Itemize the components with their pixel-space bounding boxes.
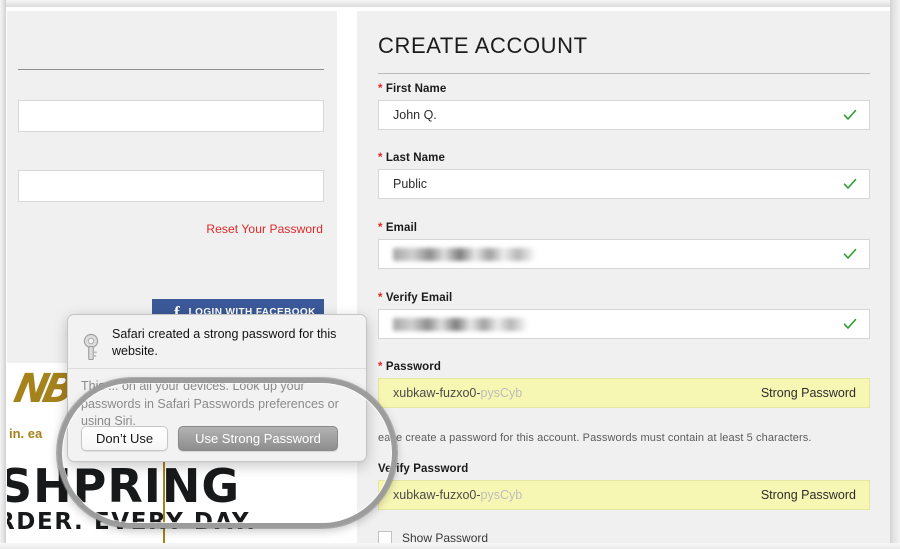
password-value-tail: pysCyb: [480, 386, 523, 400]
field-label-verify-password: Verify Password: [378, 463, 469, 475]
sign-in-password-input[interactable]: [18, 170, 324, 202]
valid-check-icon: [843, 248, 857, 259]
field-verify-email: * Verify Email: [378, 292, 870, 339]
window-frame-bottom: [0, 543, 900, 549]
promo-subline: in. ea: [9, 426, 43, 441]
password-help-text: ease create a password for this account.…: [378, 432, 812, 444]
create-account-heading-rule: [378, 73, 870, 74]
create-account-panel: CREATE ACCOUNT * First Name John Q. * La…: [357, 11, 890, 543]
field-first-name: * First Name John Q.: [378, 83, 870, 130]
show-password-label: Show Password: [402, 531, 489, 543]
valid-check-icon: [843, 178, 857, 189]
window-frame-top: [0, 0, 900, 7]
required-asterisk: *: [378, 222, 383, 234]
verify-password-value-head: xubkaw-fuzxo0-: [393, 488, 481, 502]
required-asterisk: *: [378, 152, 383, 164]
new-balance-logo-text: NB: [10, 366, 74, 412]
dont-use-button[interactable]: Don’t Use: [81, 426, 169, 451]
panel-gap: [337, 11, 357, 543]
email-input[interactable]: [378, 239, 870, 269]
verify-password-value-tail: pysCyb: [480, 488, 523, 502]
field-label-email: * Email: [378, 222, 418, 234]
window-frame-right: [890, 0, 900, 549]
required-asterisk: *: [378, 361, 383, 373]
field-label-last-name: * Last Name: [378, 152, 445, 164]
window-frame-left: [0, 0, 6, 549]
password-strength-tag: Strong Password: [760, 386, 856, 400]
popover-header: Safari created a strong password for thi…: [68, 315, 366, 369]
valid-check-icon: [843, 109, 857, 120]
use-strong-password-button[interactable]: Use Strong Password: [178, 426, 338, 451]
last-name-value: Public: [393, 177, 428, 191]
sign-in-panel: Reset Your Password f LOGIN WITH FACEBOO…: [7, 11, 337, 543]
verify-password-value: xubkaw-fuzxo0-pysCyb: [379, 488, 522, 502]
verify-password-input[interactable]: xubkaw-fuzxo0-pysCyb Strong Password: [378, 480, 870, 510]
safari-strong-password-popover: Safari created a strong password for thi…: [67, 314, 367, 462]
field-label-first-name: * First Name: [378, 83, 447, 95]
valid-check-icon: [843, 318, 857, 329]
show-password-checkbox[interactable]: [378, 531, 392, 543]
web-page-content: Reset Your Password f LOGIN WITH FACEBOO…: [7, 11, 890, 543]
field-label-password: * Password: [378, 361, 442, 373]
popover-body-text: This ... on all your devices. Look up yo…: [81, 379, 339, 428]
first-name-value: John Q.: [393, 108, 437, 122]
verify-email-value-redacted: [393, 317, 527, 331]
last-name-input[interactable]: Public: [378, 169, 870, 199]
popover-headline: Safari created a strong password for thi…: [112, 327, 337, 358]
browser-window: Reset Your Password f LOGIN WITH FACEBOO…: [0, 0, 900, 549]
show-password-row[interactable]: Show Password: [378, 531, 488, 543]
password-value-head: xubkaw-fuzxo0-: [393, 386, 481, 400]
popover-button-row: Don’t Use Use Strong Password: [68, 426, 366, 451]
required-asterisk: *: [378, 292, 383, 304]
new-balance-logo: NB: [10, 366, 74, 412]
password-value: xubkaw-fuzxo0-pysCyb: [379, 386, 522, 400]
reset-password-link[interactable]: Reset Your Password: [206, 222, 323, 236]
page-title: CREATE ACCOUNT: [378, 33, 588, 58]
promo-tagline: RDER. EVERY DAY.: [7, 509, 257, 535]
field-email: * Email: [378, 222, 870, 269]
password-input[interactable]: xubkaw-fuzxo0-pysCyb Strong Password: [378, 378, 870, 408]
verify-password-strength-tag: Strong Password: [760, 488, 856, 502]
sign-in-heading-rule: [18, 69, 324, 70]
key-icon: [83, 333, 99, 361]
field-last-name: * Last Name Public: [378, 152, 870, 199]
email-value-redacted: [393, 247, 535, 261]
required-asterisk: *: [378, 83, 383, 95]
verify-email-input[interactable]: [378, 309, 870, 339]
field-verify-password: Verify Password xubkaw-fuzxo0-pysCyb Str…: [378, 463, 870, 510]
sign-in-email-input[interactable]: [18, 100, 324, 132]
promo-headline: SHPRING: [7, 459, 241, 513]
first-name-input[interactable]: John Q.: [378, 100, 870, 130]
field-password: * Password xubkaw-fuzxo0-pysCyb Strong P…: [378, 361, 870, 408]
field-label-verify-email: * Verify Email: [378, 292, 453, 304]
